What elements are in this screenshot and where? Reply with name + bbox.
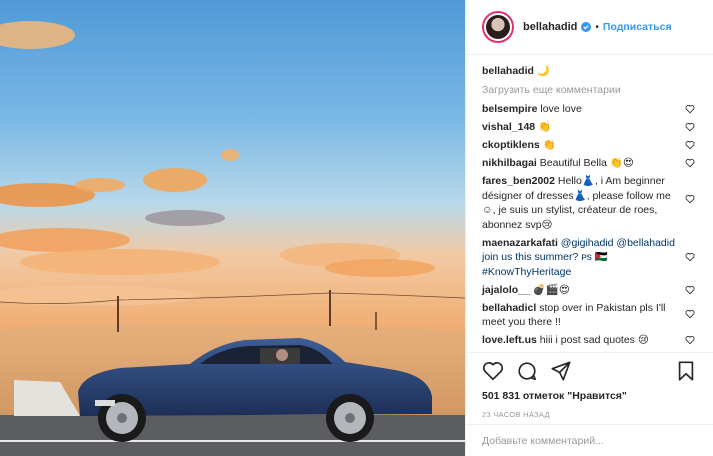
heart-icon[interactable]	[685, 252, 695, 262]
photo-image	[0, 0, 465, 456]
comment-item: jajalolo__ 💣🎬😍	[482, 283, 697, 298]
comment-item: bellahadicl stop over in Pakistan pls I'…	[482, 301, 697, 330]
comment-icon[interactable]	[516, 360, 538, 382]
comment-username[interactable]: maenazarkafati	[482, 237, 558, 249]
add-comment-bar	[466, 424, 713, 456]
post-caption: bellahadid 🌙	[482, 64, 697, 78]
heart-icon[interactable]	[685, 285, 695, 295]
share-icon[interactable]	[550, 360, 572, 382]
likes-count[interactable]: 501 831 отметок "Нравится"	[482, 390, 697, 402]
comment-text: 👏	[538, 121, 552, 133]
post-header: bellahadid • Подписаться	[466, 0, 713, 55]
comment-text: hiii i post sad quotes 😢	[539, 334, 649, 346]
comment-username[interactable]: love.left.us	[482, 334, 537, 346]
comment-text: 👏	[542, 139, 556, 151]
comment-item: maenazarkafati @gigihadid @bellahadid jo…	[482, 236, 697, 280]
comment-text: love love	[540, 103, 582, 115]
comment-item: nikhilbagai Beautiful Bella 👏😍	[482, 156, 697, 171]
comment-text: 💣🎬😍	[532, 283, 570, 296]
heart-icon[interactable]	[685, 158, 695, 168]
comment-username[interactable]: fares_ben2002	[482, 175, 555, 187]
instagram-post: bellahadid • Подписаться bellahadid 🌙 За…	[0, 0, 713, 456]
comment-item: ckoptiklens 👏	[482, 138, 697, 153]
caption-text: 🌙	[536, 65, 550, 77]
heart-icon[interactable]	[685, 104, 695, 114]
bookmark-icon[interactable]	[675, 360, 697, 382]
comment-username[interactable]: nikhilbagai	[482, 157, 537, 169]
post-actions: 501 831 отметок "Нравится" 23 часов наза…	[466, 352, 713, 419]
caption-username[interactable]: bellahadid	[482, 65, 534, 77]
comment-username[interactable]: belsempire	[482, 103, 537, 115]
action-icons	[482, 359, 697, 383]
comment-username[interactable]: ckoptiklens	[482, 139, 540, 151]
comment-item: vishal_148 👏	[482, 120, 697, 135]
comment-username[interactable]: jajalolo__	[482, 284, 530, 296]
avatar[interactable]	[482, 11, 514, 43]
heart-icon[interactable]	[685, 122, 695, 132]
post-photo[interactable]	[0, 0, 465, 456]
header-username[interactable]: bellahadid	[523, 21, 577, 33]
comment-username[interactable]: bellahadicl	[482, 302, 536, 314]
heart-icon[interactable]	[685, 140, 695, 150]
load-more-comments-button[interactable]: Загрузить еще комментарии	[482, 84, 697, 96]
post-timestamp[interactable]: 23 часов назад	[482, 410, 697, 419]
verified-icon	[581, 22, 592, 32]
heart-icon[interactable]	[685, 335, 695, 345]
heart-icon[interactable]	[482, 360, 504, 382]
comment-item: fares_ben2002 Hello👗, i Am beginner dési…	[482, 174, 697, 232]
comment-text: Beautiful Bella 👏😍	[539, 157, 634, 169]
post-sidebar: bellahadid • Подписаться bellahadid 🌙 За…	[465, 0, 713, 456]
comment-username[interactable]: vishal_148	[482, 121, 535, 133]
comment-item: love.left.us hiii i post sad quotes 😢	[482, 333, 697, 348]
add-comment-input[interactable]	[482, 434, 697, 447]
heart-icon[interactable]	[685, 194, 695, 204]
header-separator: •	[595, 21, 599, 33]
heart-icon[interactable]	[685, 309, 695, 319]
follow-button[interactable]: Подписаться	[603, 21, 672, 33]
comments-list: bellahadid 🌙 Загрузить еще комментарии b…	[466, 56, 713, 352]
comment-item: belsempire love love	[482, 102, 697, 117]
